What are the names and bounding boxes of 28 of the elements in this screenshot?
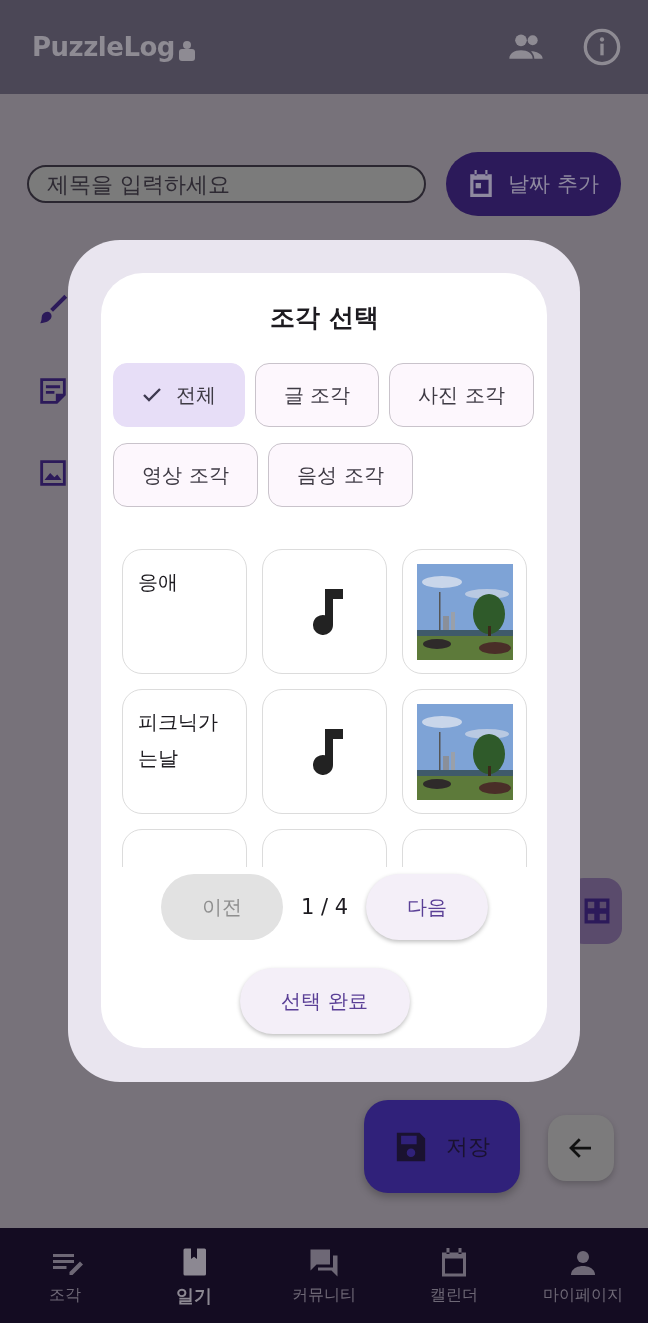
app-logo: PuzzleLog bbox=[32, 32, 175, 62]
filter-chip[interactable]: 영상 조각 bbox=[113, 443, 258, 507]
check-icon bbox=[142, 387, 162, 403]
confirm-selection-button[interactable]: 선택 완료 bbox=[239, 968, 410, 1034]
text-piece-card[interactable]: 응애 bbox=[122, 549, 247, 674]
nav-tab[interactable]: 일기 bbox=[129, 1228, 260, 1323]
next-button[interactable]: 다음 bbox=[366, 874, 489, 940]
photo-piece-card[interactable] bbox=[402, 689, 527, 814]
dialog-title: 조각 선택 bbox=[269, 302, 380, 334]
calendar-icon bbox=[468, 170, 495, 198]
audio-piece-card[interactable] bbox=[262, 689, 387, 814]
text-piece-card[interactable]: 피크닉가는날 bbox=[122, 689, 247, 814]
back-button[interactable] bbox=[548, 1115, 614, 1181]
nav-tab[interactable]: 커뮤니티 bbox=[259, 1228, 389, 1323]
add-date-button[interactable]: 날짜 추가 bbox=[446, 152, 621, 216]
info-icon[interactable] bbox=[582, 27, 622, 67]
photo-piece-card[interactable] bbox=[402, 549, 527, 674]
nav-tab[interactable]: 조각 bbox=[0, 1228, 130, 1323]
nav-tab[interactable]: 캘린더 bbox=[388, 1228, 519, 1323]
filter-chip[interactable]: 사진 조각 bbox=[389, 363, 534, 427]
grid-icon bbox=[584, 898, 610, 924]
nav-tab[interactable]: 마이페이지 bbox=[518, 1228, 648, 1323]
audio-piece-card[interactable] bbox=[262, 549, 387, 674]
filter-chip[interactable]: 전체 bbox=[113, 363, 245, 427]
filter-chip[interactable]: 글 조각 bbox=[255, 363, 379, 427]
page-indicator: 1 / 4 bbox=[300, 895, 349, 919]
filter-chip[interactable]: 음성 조각 bbox=[268, 443, 413, 507]
title-input-field[interactable]: 제목을 입력하세요 bbox=[27, 165, 427, 203]
